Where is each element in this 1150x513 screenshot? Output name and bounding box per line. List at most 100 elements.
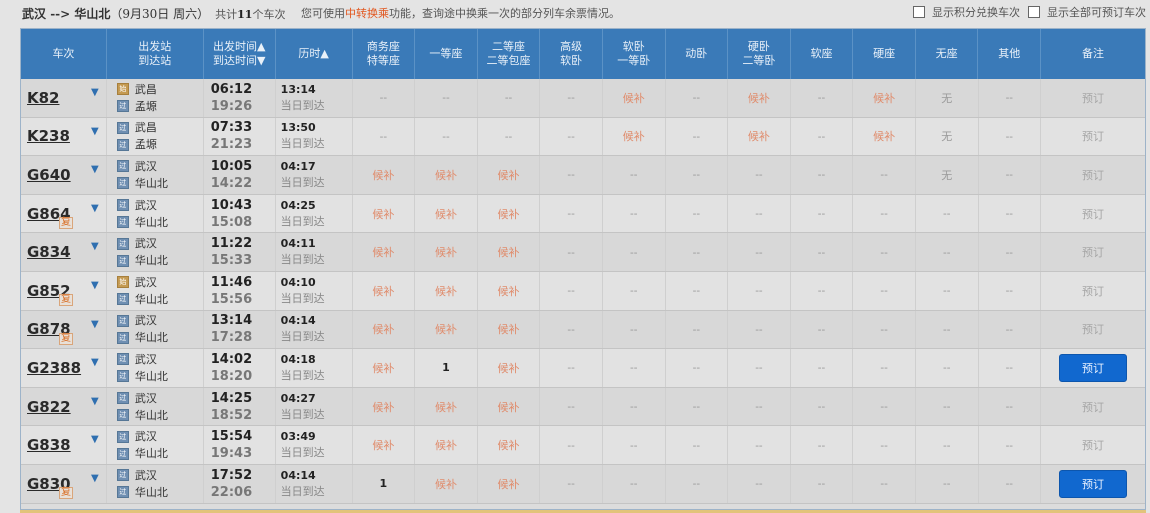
seat-motor-sleeper: --	[666, 426, 729, 464]
seat-availability[interactable]: 候补	[873, 90, 895, 106]
from-station-name[interactable]: 武汉	[135, 390, 157, 407]
seat-other: --	[979, 310, 1042, 349]
seat-availability: --	[755, 361, 763, 375]
seat-second: --	[478, 79, 541, 117]
show-all-bookable-checkbox[interactable]	[1028, 6, 1040, 18]
from-station-name[interactable]: 武汉	[135, 467, 157, 484]
seat-hard-seat: --	[853, 272, 916, 310]
seat-availability[interactable]: 候补	[498, 476, 520, 492]
to-station-name[interactable]: 华山北	[135, 291, 168, 308]
expand-stops-icon[interactable]: ▼	[91, 357, 99, 368]
seat-availability[interactable]: 候补	[873, 128, 895, 144]
from-station-name[interactable]: 武汉	[135, 235, 157, 252]
header-duration[interactable]: 历时▲	[276, 29, 353, 79]
seat-availability[interactable]: 候补	[435, 206, 457, 222]
from-station-name[interactable]: 武汉	[135, 197, 157, 214]
seat-availability[interactable]: 候补	[498, 360, 520, 376]
seat-availability[interactable]: 候补	[372, 206, 394, 222]
to-station-name[interactable]: 华山北	[135, 407, 168, 424]
header-label: 软座	[810, 47, 833, 60]
to-station-name[interactable]: 华山北	[135, 484, 168, 501]
seat-soft-sleeper: --	[603, 233, 666, 271]
header-times[interactable]: 出发时间▲ 到达时间▼	[204, 29, 276, 79]
to-station-name[interactable]: 孟塬	[135, 136, 157, 153]
seat-availability[interactable]: 候补	[372, 167, 394, 183]
expand-stops-icon[interactable]: ▼	[91, 241, 99, 252]
seat-availability[interactable]: 候补	[498, 399, 520, 415]
seat-availability[interactable]: 候补	[372, 399, 394, 415]
to-station-name[interactable]: 孟塬	[135, 98, 157, 115]
to-station-name[interactable]: 华山北	[135, 445, 168, 462]
from-station-name[interactable]: 武汉	[135, 312, 157, 329]
book-button[interactable]: 预订	[1059, 353, 1128, 382]
seat-availability[interactable]: 候补	[748, 128, 770, 144]
expand-stops-icon[interactable]: ▼	[91, 319, 99, 330]
seat-availability: --	[1005, 129, 1014, 143]
from-station-name[interactable]: 武汉	[135, 274, 157, 291]
train-number-link[interactable]: K82	[27, 89, 60, 107]
seat-no-seat: 无	[916, 156, 979, 194]
book-button-disabled: 预订	[1082, 168, 1105, 182]
seat-availability: --	[1005, 477, 1014, 491]
seat-availability[interactable]: 候补	[623, 90, 645, 106]
from-station-name[interactable]: 武昌	[135, 81, 157, 98]
show-all-bookable-option[interactable]: 显示全部可预订车次	[1028, 6, 1146, 19]
seat-availability[interactable]: 候补	[372, 283, 394, 299]
train-number-link[interactable]: G640	[27, 166, 71, 184]
train-number-link[interactable]: G834	[27, 243, 71, 261]
seat-availability: --	[817, 91, 826, 105]
table-row: G830 复 ▼ 过武汉过华山北 17:52 22:06 04:14 当日到达 1 候补 候补 -- -…	[21, 465, 1145, 504]
expand-stops-icon[interactable]: ▼	[91, 126, 99, 137]
expand-stops-icon[interactable]: ▼	[91, 203, 99, 214]
train-number-link[interactable]: G838	[27, 436, 71, 454]
seat-availability[interactable]: 候补	[372, 244, 394, 260]
departure-time: 11:22	[210, 236, 253, 252]
seat-availability[interactable]: 候补	[498, 206, 520, 222]
seat-availability[interactable]: 候补	[435, 476, 457, 492]
seat-availability[interactable]: 候补	[435, 283, 457, 299]
book-button[interactable]: 预订	[1059, 469, 1128, 498]
seat-availability[interactable]: 候补	[498, 167, 520, 183]
from-station-name[interactable]: 武汉	[135, 158, 157, 175]
points-exchange-checkbox[interactable]	[913, 6, 925, 18]
train-number-link[interactable]: K238	[27, 127, 70, 145]
points-exchange-option[interactable]: 显示积分兑换车次	[913, 6, 1020, 19]
expand-stops-icon[interactable]: ▼	[91, 396, 99, 407]
to-station-name[interactable]: 华山北	[135, 214, 168, 231]
expand-stops-icon[interactable]: ▼	[91, 280, 99, 291]
to-station-name[interactable]: 华山北	[135, 252, 168, 269]
to-station-name[interactable]: 华山北	[135, 368, 168, 385]
seat-availability[interactable]: 候补	[623, 128, 645, 144]
seat-availability[interactable]: 候补	[435, 399, 457, 415]
train-number-link[interactable]: G2388	[27, 359, 81, 377]
header-label: 到达时间▼	[212, 54, 266, 67]
seat-availability[interactable]: 候补	[372, 437, 394, 453]
expand-stops-icon[interactable]: ▼	[91, 164, 99, 175]
from-station-name[interactable]: 武汉	[135, 428, 157, 445]
stations-cell: 过武汉过华山北	[107, 194, 204, 233]
to-station-name[interactable]: 华山北	[135, 175, 168, 192]
seat-availability[interactable]: 候补	[435, 167, 457, 183]
seat-availability[interactable]: 候补	[435, 437, 457, 453]
seat-availability[interactable]: 候补	[435, 321, 457, 337]
seat-availability[interactable]: 候补	[498, 283, 520, 299]
transfer-link[interactable]: 中转换乘	[345, 7, 389, 20]
seat-availability: --	[692, 322, 701, 336]
train-number-cell: G2388 ▼	[21, 349, 107, 387]
expand-stops-icon[interactable]: ▼	[91, 473, 99, 484]
seat-availability[interactable]: 候补	[372, 321, 394, 337]
from-station-name[interactable]: 武昌	[135, 119, 157, 136]
seat-availability[interactable]: 候补	[498, 321, 520, 337]
expand-stops-icon[interactable]: ▼	[91, 87, 99, 98]
seat-soft-sleeper: --	[603, 156, 666, 194]
seat-availability[interactable]: 候补	[748, 90, 770, 106]
train-number-link[interactable]: G822	[27, 398, 71, 416]
from-station-name[interactable]: 武汉	[135, 351, 157, 368]
seat-availability[interactable]: 候补	[498, 244, 520, 260]
seat-availability[interactable]: 候补	[372, 360, 394, 376]
seat-soft-seat: --	[791, 156, 854, 194]
expand-stops-icon[interactable]: ▼	[91, 434, 99, 445]
to-station-name[interactable]: 华山北	[135, 329, 168, 346]
seat-availability[interactable]: 候补	[498, 437, 520, 453]
seat-availability[interactable]: 候补	[435, 244, 457, 260]
